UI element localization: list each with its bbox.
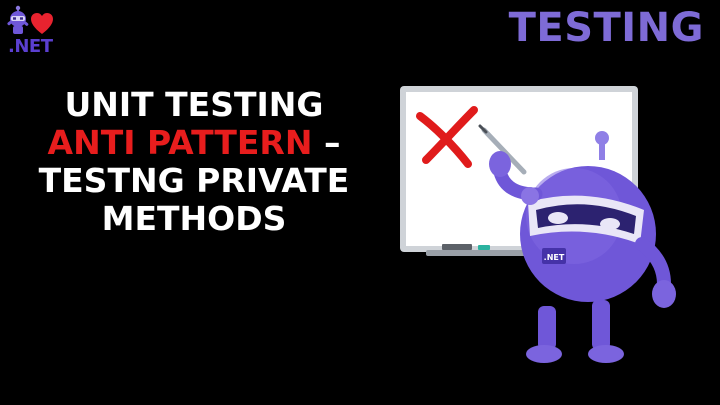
title-line-1: UNIT TESTING <box>64 85 324 124</box>
robot-badge-text: .NET <box>544 253 565 262</box>
title-line-4: METHODS <box>101 199 287 238</box>
page-title: UNIT TESTING ANTI PATTERN – TESTNG PRIVA… <box>14 86 374 238</box>
title-line-2: ANTI PATTERN – <box>14 124 374 162</box>
robot-whiteboard-illustration: .NET <box>400 86 676 363</box>
heart-icon <box>31 13 53 34</box>
category-label: TESTING <box>508 5 704 51</box>
dotnet-logo: .NET <box>4 4 64 60</box>
title-line-3: TESTNG PRIVATE <box>38 161 350 200</box>
thumbnail: .NET TESTING UNIT TESTING ANTI PATTERN –… <box>0 0 720 405</box>
title-dash: – <box>312 123 341 162</box>
dotnet-logo-text: .NET <box>8 36 53 57</box>
title-highlight: ANTI PATTERN <box>47 123 313 162</box>
